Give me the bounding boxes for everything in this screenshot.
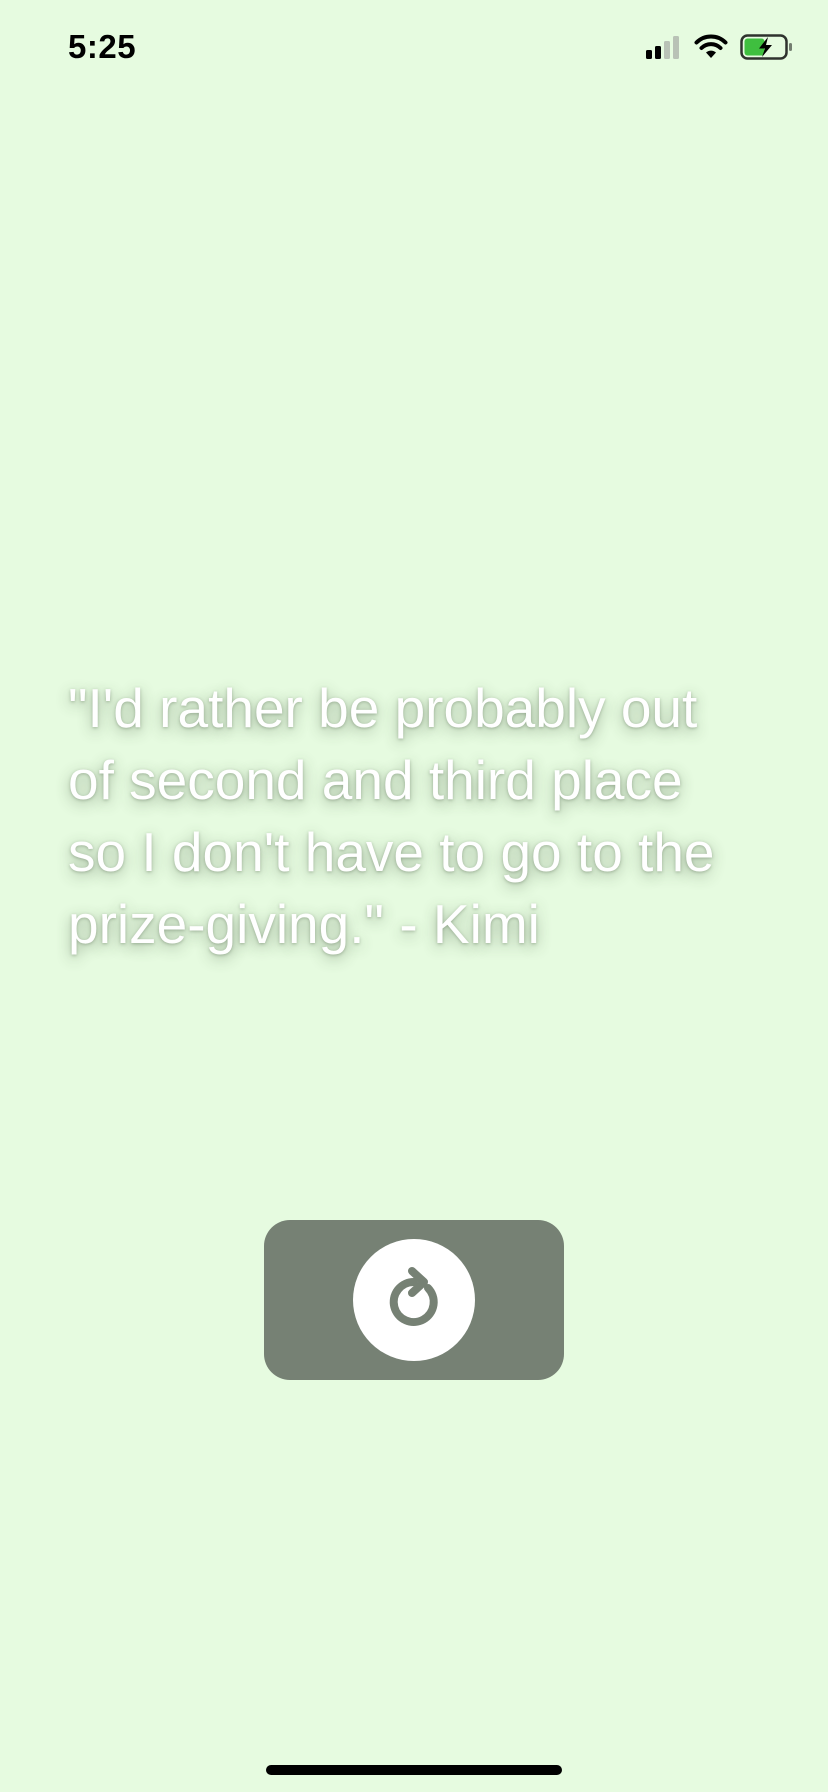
quote-text: "I'd rather be probably out of second an… xyxy=(68,677,715,955)
status-time: 5:25 xyxy=(68,28,137,65)
battery-charging-icon xyxy=(740,33,794,65)
refresh-button[interactable] xyxy=(264,1220,564,1380)
cellular-signal-icon xyxy=(646,35,682,64)
status-icons xyxy=(646,33,794,65)
refresh-icon xyxy=(379,1263,449,1338)
home-indicator[interactable] xyxy=(266,1765,562,1775)
refresh-button-circle xyxy=(353,1239,475,1361)
wifi-icon xyxy=(694,34,728,65)
status-bar: 5:25 xyxy=(0,0,828,100)
